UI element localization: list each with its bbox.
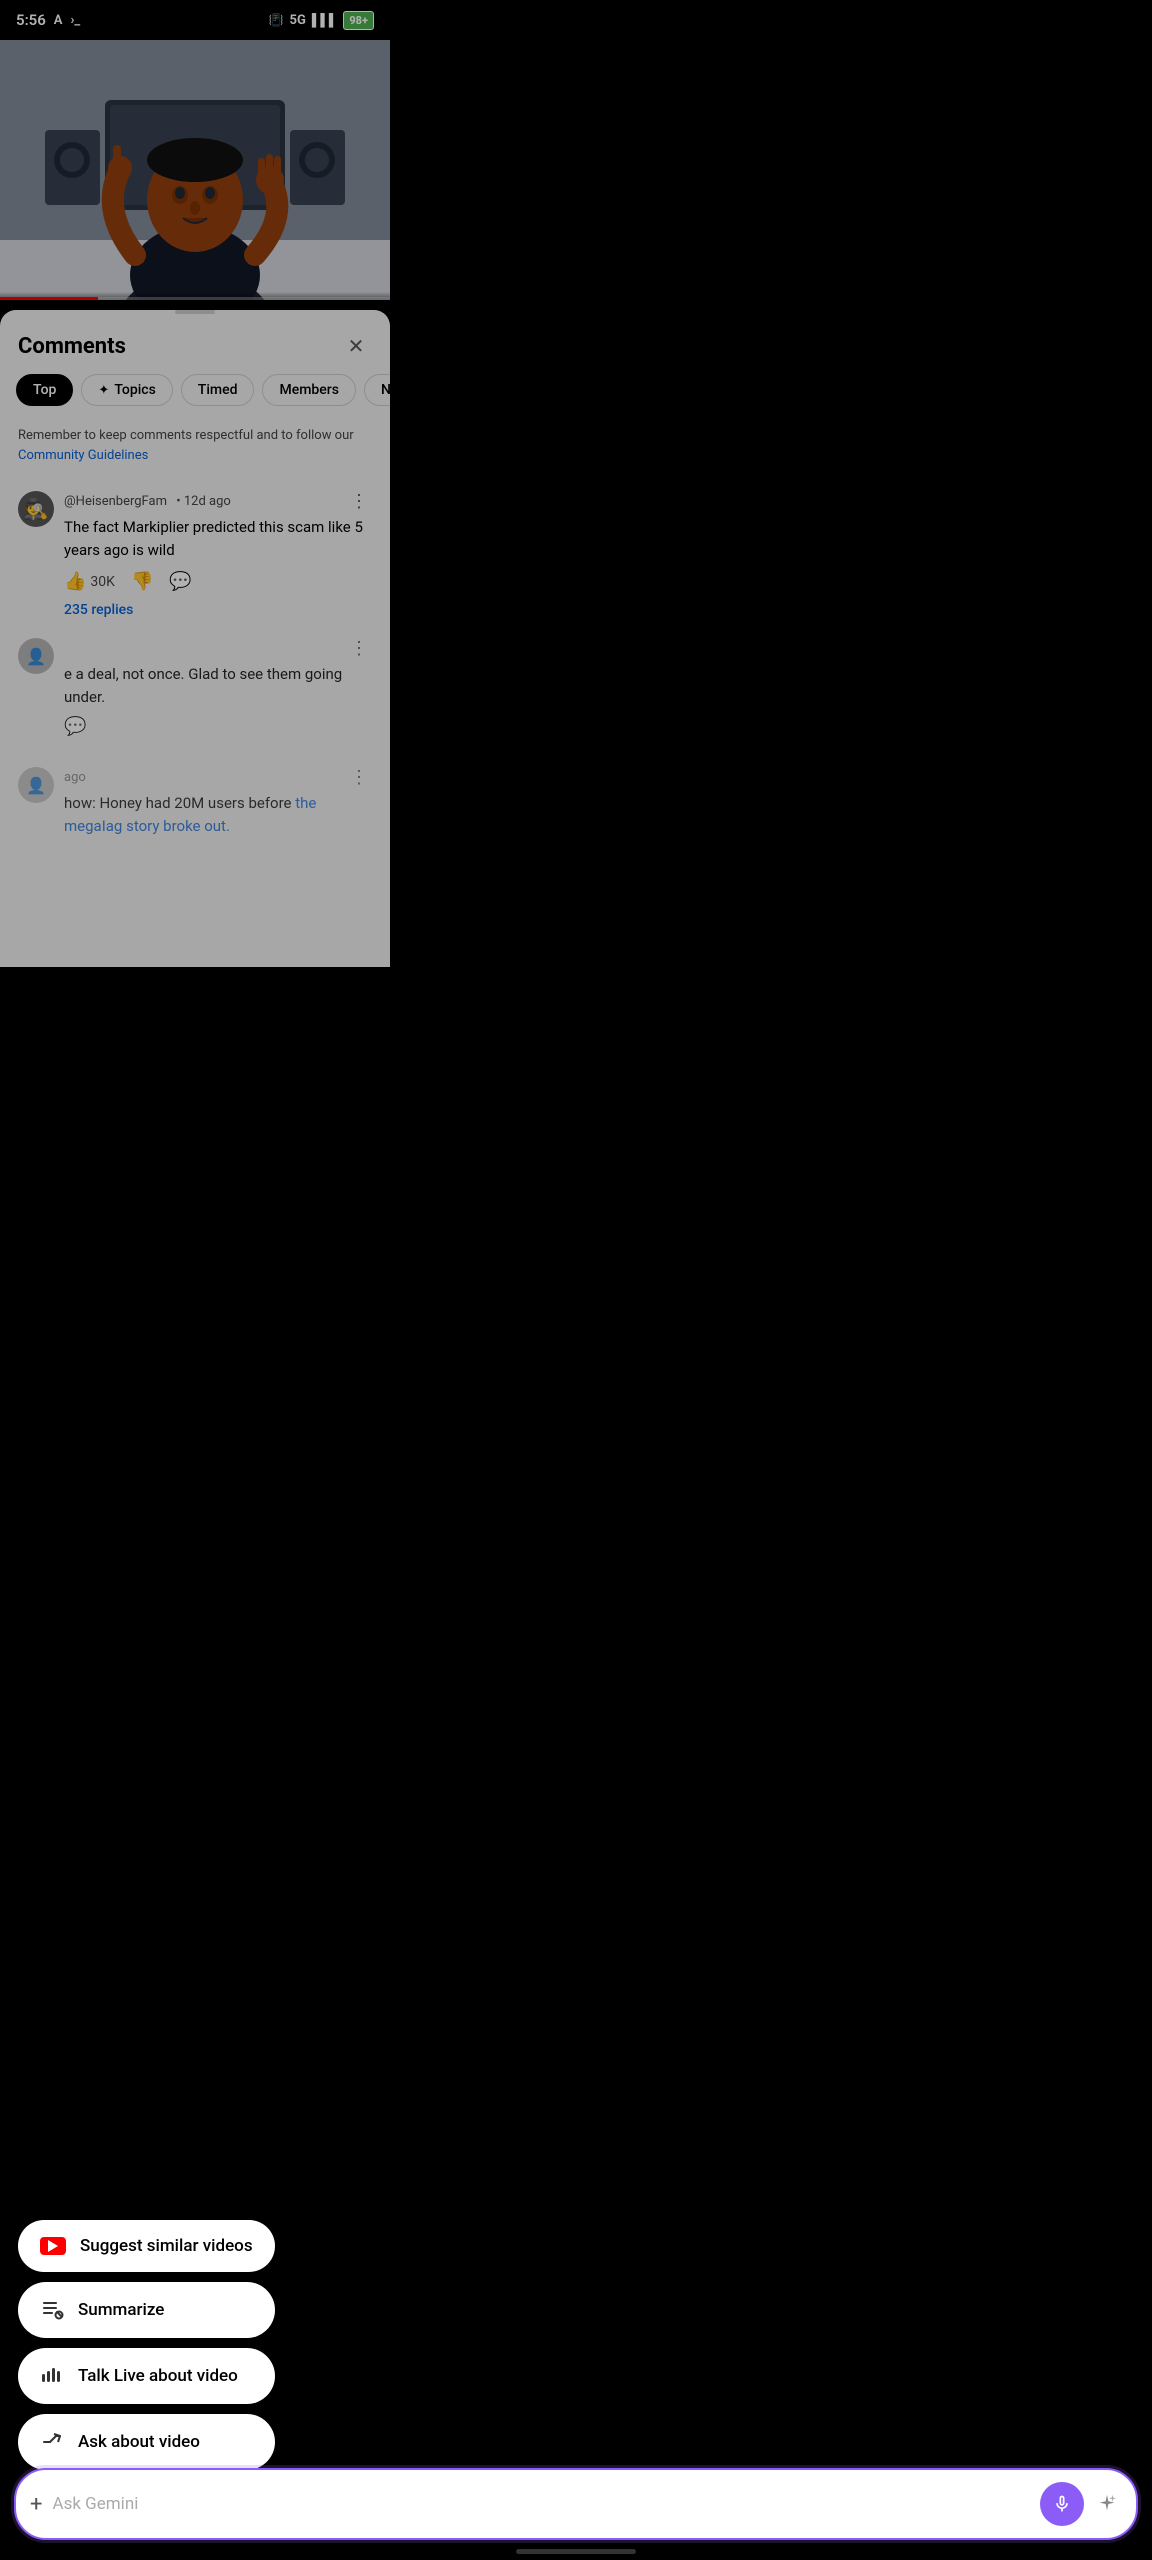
mic-icon: [1052, 2494, 1072, 2514]
microphone-button[interactable]: [1040, 2482, 1084, 2526]
ask-gemini-input[interactable]: Ask Gemini: [52, 2494, 1040, 2514]
talk-live-button[interactable]: Talk Live about video: [18, 2348, 275, 2404]
sparkle-icon: [1096, 2493, 1118, 2515]
add-button[interactable]: +: [30, 2492, 42, 2517]
suggest-label: Suggest similar videos: [80, 2236, 253, 2256]
ask-gemini-bar: + Ask Gemini: [14, 2468, 1138, 2540]
summarize-button[interactable]: Summarize: [18, 2282, 275, 2338]
askabout-label: Ask about video: [78, 2432, 200, 2452]
dim-overlay[interactable]: [0, 0, 1152, 2560]
suggest-similar-videos-button[interactable]: Suggest similar videos: [18, 2220, 275, 2272]
summarize-icon: [40, 2298, 64, 2322]
askabout-icon: [40, 2430, 64, 2454]
home-indicator: [516, 2549, 636, 2554]
youtube-icon: [40, 2237, 66, 2255]
ask-about-video-button[interactable]: Ask about video: [18, 2414, 275, 2470]
sparkle-button[interactable]: [1092, 2489, 1122, 2519]
gemini-menu: Suggest similar videos Summarize Talk Li…: [18, 2220, 275, 2480]
talklive-icon: [40, 2364, 64, 2388]
talklive-label: Talk Live about video: [78, 2366, 238, 2386]
summarize-label: Summarize: [78, 2300, 164, 2320]
